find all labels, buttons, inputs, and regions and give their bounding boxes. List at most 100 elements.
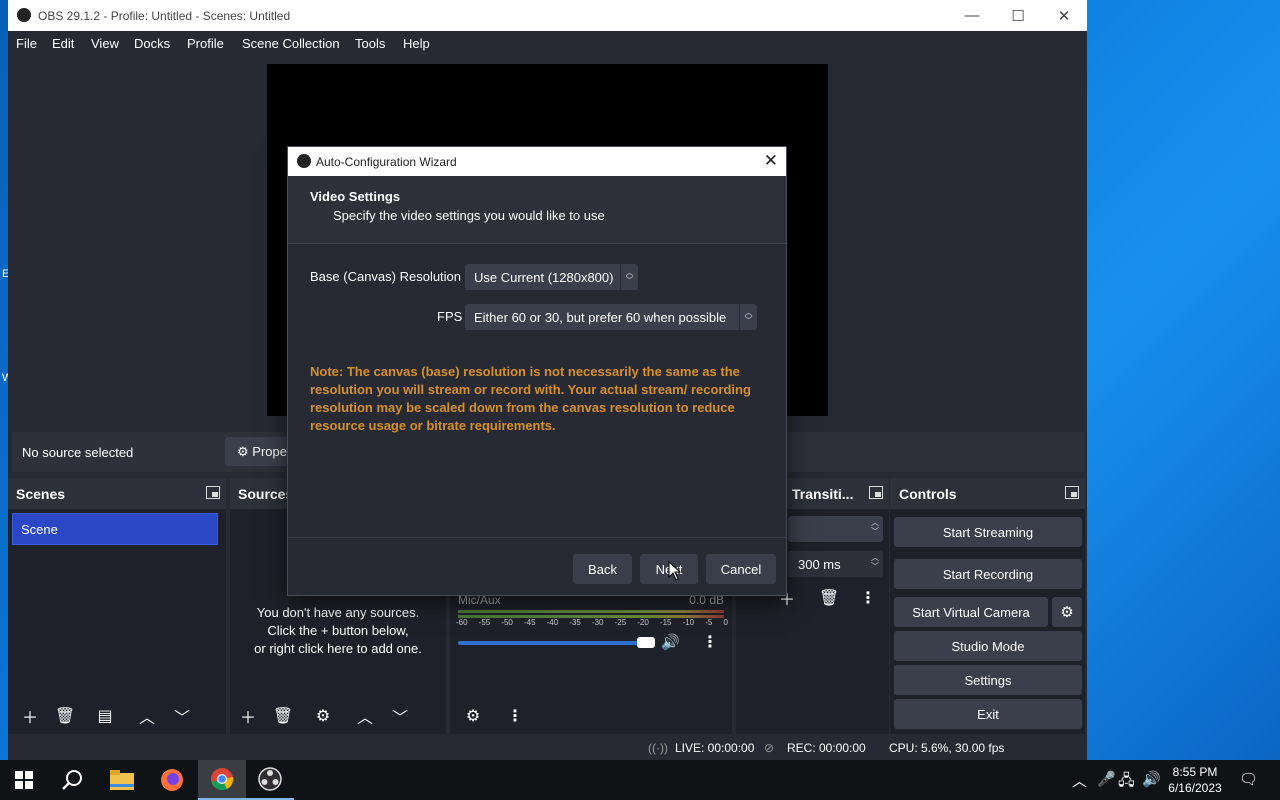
menu-file[interactable]: File (16, 36, 37, 51)
menu-help[interactable]: Help (403, 36, 430, 51)
window-titlebar: OBS 29.1.2 - Profile: Untitled - Scenes:… (8, 0, 1087, 31)
transition-duration-input[interactable]: 300 ms ︿ ﹀ (788, 551, 883, 577)
notifications-icon[interactable]: 🗨 (1239, 770, 1258, 788)
scenes-dock: Scenes Scene ＋ 🗑 ▤ ︿ ﹀ (8, 478, 226, 734)
minimize-button[interactable]: — (949, 0, 995, 31)
meter-tick-label: -55 (478, 618, 491, 627)
spin-icon: ︿ ﹀ (871, 518, 879, 536)
scene-filters-icon[interactable]: ▤ (92, 704, 118, 728)
audio-meter (458, 610, 724, 613)
menu-view[interactable]: View (91, 36, 119, 51)
fps-label: FPS (437, 309, 463, 324)
clock-time: 8:55 PM (1172, 765, 1218, 779)
undock-icon[interactable] (869, 486, 883, 499)
start-recording-button[interactable]: Start Recording (894, 559, 1082, 589)
spin-icon: ︿ ﹀ (620, 264, 638, 290)
spin-icon: ︿ ﹀ (871, 553, 879, 571)
live-icon: ((·)) (648, 741, 668, 755)
start-icon[interactable] (0, 760, 48, 800)
fps-select[interactable]: Either 60 or 30, but prefer 60 when poss… (465, 304, 757, 330)
empty-sources-line: Click the + button below, (267, 623, 409, 638)
search-icon[interactable] (48, 760, 96, 800)
maximize-button[interactable]: ☐ (995, 0, 1041, 31)
controls-dock: Controls Start Streaming Start Recording… (890, 478, 1085, 734)
meter-tick-label: -5 (705, 618, 713, 627)
mixer-more-icon[interactable]: ⋮ (502, 704, 528, 728)
settings-button[interactable]: Settings (894, 665, 1082, 695)
microphone-icon[interactable]: 🎤 (1097, 770, 1116, 788)
scene-list-item[interactable]: Scene (12, 513, 218, 545)
volume-slider-handle[interactable] (637, 637, 655, 648)
resolution-label: Base (Canvas) Resolution (310, 269, 462, 284)
meter-tick-label: -45 (523, 618, 536, 627)
rec-icon: ⊘ (764, 741, 775, 755)
move-up-icon[interactable]: ︿ (134, 704, 160, 728)
mouse-cursor-icon (668, 561, 682, 581)
empty-sources-message[interactable]: You don't have any sources. Click the + … (230, 604, 446, 658)
menu-profile[interactable]: Profile (187, 36, 224, 51)
undock-icon[interactable] (206, 486, 220, 499)
menu-tools[interactable]: Tools (355, 36, 385, 51)
dialog-title: Auto-Configuration Wizard (316, 155, 457, 169)
transition-menu-icon[interactable]: ⋮ (855, 586, 881, 610)
tray-chevron-up-icon[interactable]: ︿ (1072, 770, 1087, 791)
network-icon[interactable]: 🖧 (1118, 770, 1135, 795)
close-button[interactable]: ✕ (1041, 0, 1087, 31)
remove-source-button[interactable]: 🗑 (270, 704, 296, 728)
taskbar-clock[interactable]: 8:55 PM 6/16/2023 (1162, 764, 1228, 796)
undock-icon[interactable] (1065, 486, 1079, 499)
window-title: OBS 29.1.2 - Profile: Untitled - Scenes:… (38, 9, 291, 23)
chrome-icon[interactable] (198, 760, 246, 800)
back-button[interactable]: Back (573, 554, 632, 584)
scenes-dock-header: Scenes (8, 478, 226, 509)
add-scene-button[interactable]: ＋ (17, 704, 43, 728)
remove-transition-button[interactable]: 🗑 (816, 586, 842, 610)
cancel-button[interactable]: Cancel (706, 554, 776, 584)
controls-title: Controls (899, 486, 957, 502)
file-explorer-icon[interactable] (98, 760, 146, 800)
resolution-select[interactable]: Use Current (1280x800) ︿ ﹀ (465, 264, 638, 290)
meter-tick-label: -35 (569, 618, 581, 627)
status-bar: ((·)) LIVE: 00:00:00 ⊘ REC: 00:00:00 CPU… (8, 736, 1087, 760)
source-move-up-icon[interactable]: ︿ (352, 704, 378, 728)
menu-scene-collection[interactable]: Scene Collection (242, 36, 340, 51)
menu-edit[interactable]: Edit (52, 36, 74, 51)
dialog-close-icon[interactable]: ✕ (764, 151, 778, 171)
dialog-titlebar: Auto-Configuration Wizard ✕ (288, 147, 786, 176)
obs-logo-icon (297, 154, 311, 168)
empty-sources-line: You don't have any sources. (256, 605, 420, 620)
firefox-icon[interactable] (148, 760, 196, 800)
start-streaming-button[interactable]: Start Streaming (894, 517, 1082, 547)
dialog-header: Video Settings Specify the video setting… (288, 176, 786, 244)
move-down-icon[interactable]: ﹀ (169, 704, 195, 728)
exit-button[interactable]: Exit (894, 699, 1082, 729)
audio-mixer: Mic/Aux 0.0 dB -60 -55 -50 -45 -40 -35 -30 -25-… (450, 590, 732, 734)
sources-title: Sources (238, 486, 294, 502)
remove-scene-button[interactable]: 🗑 (52, 704, 78, 728)
source-move-down-icon[interactable]: ﹀ (387, 704, 413, 728)
no-source-label: No source selected (22, 445, 134, 460)
speaker-icon[interactable]: 🔊 (661, 633, 680, 651)
mixer-menu-icon[interactable]: ⋮ (702, 632, 718, 652)
start-virtual-camera-button[interactable]: Start Virtual Camera (894, 597, 1048, 627)
advanced-audio-gear-icon[interactable]: ⚙ (460, 704, 486, 728)
obs-logo-icon (17, 8, 31, 22)
studio-mode-button[interactable]: Studio Mode (894, 631, 1082, 661)
source-properties-gear-icon[interactable]: ⚙ (310, 704, 336, 728)
menu-docks[interactable]: Docks (134, 36, 170, 51)
obs-icon[interactable] (246, 760, 294, 800)
dialog-subheading: Specify the video settings you would lik… (333, 208, 605, 223)
volume-slider[interactable] (458, 641, 648, 645)
fps-value: Either 60 or 30, but prefer 60 when poss… (474, 310, 727, 325)
transition-select[interactable]: ︿ ﹀ (788, 516, 883, 542)
virtual-camera-settings-gear-icon[interactable]: ⚙ (1052, 597, 1082, 627)
meter-tick-label: -50 (501, 618, 513, 627)
volume-icon[interactable]: 🔊 (1142, 770, 1161, 788)
meter-tick-label: 0 (723, 618, 728, 627)
add-source-button[interactable]: ＋ (235, 704, 261, 728)
meter-tick-label: -30 (591, 618, 604, 627)
meter-tick-label: -25 (614, 618, 627, 627)
controls-dock-header: Controls (890, 478, 1085, 509)
meter-tick-label: -20 (637, 618, 649, 627)
transitions-title: Transiti... (792, 486, 854, 502)
